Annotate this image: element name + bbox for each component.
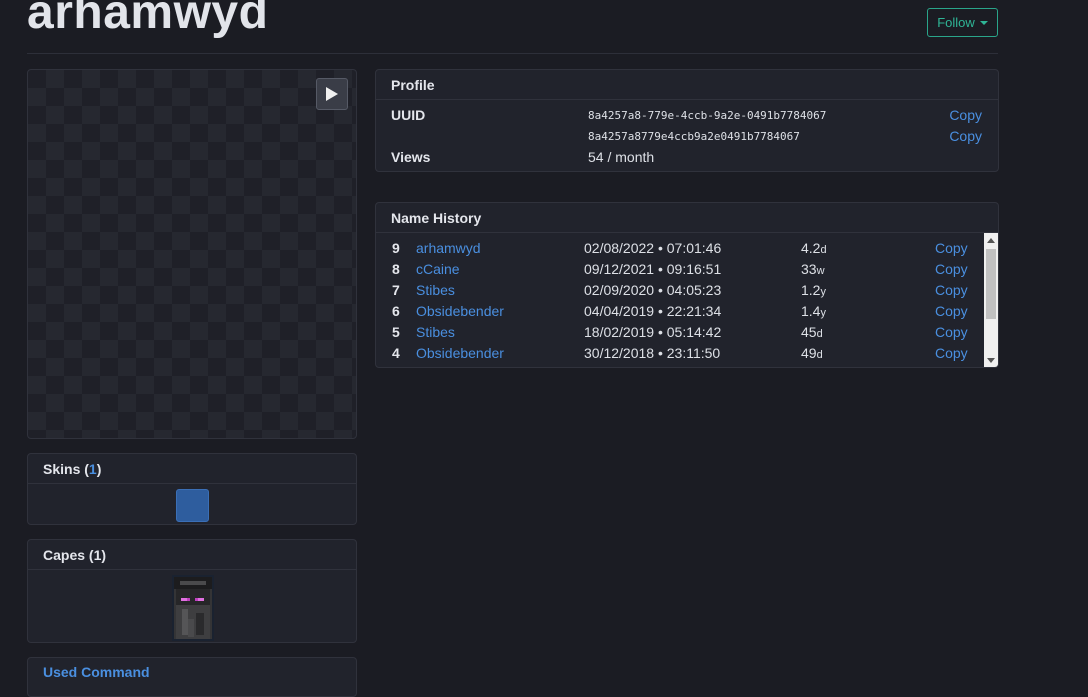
history-age-unit: y <box>820 307 826 319</box>
history-age-value: 33 <box>801 261 817 277</box>
history-name-link[interactable]: Stibes <box>416 324 455 340</box>
views-label: Views <box>391 149 431 165</box>
scroll-down-arrow-icon[interactable] <box>987 358 995 363</box>
caret-down-icon <box>979 20 988 25</box>
history-copy-link[interactable]: Copy <box>935 324 968 340</box>
history-date: 30/12/2018 • 23:11:50 <box>584 345 721 361</box>
history-date: 04/04/2019 • 22:21:34 <box>584 303 722 319</box>
name-history-header: Name History <box>376 203 998 233</box>
profile-header: Profile <box>376 70 998 100</box>
history-age-unit: w <box>816 265 825 277</box>
scroll-thumb[interactable] <box>986 249 996 319</box>
history-number: 8 <box>392 261 400 277</box>
history-copy-link[interactable]: Copy <box>935 240 968 256</box>
uuid-label: UUID <box>391 107 426 123</box>
history-age-unit: d <box>820 244 827 256</box>
name-history-row: 7 Stibes 02/09/2020 • 04:05:23 1.2y Copy <box>376 282 984 303</box>
skin-thumbnail[interactable] <box>176 489 209 522</box>
history-age-value: 1.2 <box>801 282 821 298</box>
history-age: 1.4y <box>801 303 826 319</box>
history-date: 18/02/2019 • 05:14:42 <box>584 324 722 340</box>
history-name-link[interactable]: cCaine <box>416 261 460 277</box>
history-copy-link[interactable]: Copy <box>935 261 968 277</box>
history-age-value: 1.4 <box>801 303 821 319</box>
history-name-link[interactable]: Stibes <box>416 282 455 298</box>
used-command-link[interactable]: Used Command <box>28 658 356 680</box>
history-copy-link[interactable]: Copy <box>935 345 968 361</box>
capes-header: Capes (1) <box>28 540 356 570</box>
capes-card: Capes (1) <box>27 539 357 643</box>
uuid-compact-value: 8a4257a8779e4ccb9a2e0491b7784067 <box>588 130 800 143</box>
history-age: 4.2d <box>801 240 827 256</box>
history-name-link[interactable]: arhamwyd <box>416 240 481 256</box>
name-history-row: 6 Obsidebender 04/04/2019 • 22:21:34 1.4y Co… <box>376 303 984 324</box>
history-date: 02/09/2020 • 04:05:23 <box>584 282 722 298</box>
play-button[interactable] <box>316 78 348 110</box>
history-name-link[interactable]: Obsidebender <box>416 345 504 361</box>
skin-viewer[interactable] <box>27 69 357 439</box>
title-divider <box>27 53 998 54</box>
history-copy-link[interactable]: Copy <box>935 303 968 319</box>
name-history-row: 9 arhamwyd 02/08/2022 • 07:01:46 4.2d Copy <box>376 240 984 261</box>
views-value: 54 / month <box>588 149 655 165</box>
follow-button-label: Follow <box>937 15 975 30</box>
scroll-up-arrow-icon[interactable] <box>987 238 995 243</box>
history-number: 7 <box>392 282 400 298</box>
history-age-unit: d <box>816 349 823 361</box>
history-date: 02/08/2022 • 07:01:46 <box>584 240 722 256</box>
copy-uuid-link[interactable]: Copy <box>949 107 982 123</box>
page-title: arhamwyd <box>27 0 269 39</box>
history-age-value: 4.2 <box>801 240 821 256</box>
cape-thumbnail[interactable] <box>172 575 214 641</box>
name-history-row: 5 Stibes 18/02/2019 • 05:14:42 45d Copy <box>376 324 984 345</box>
skins-count-close: ) <box>96 460 102 477</box>
name-history-scrollbar[interactable] <box>984 233 998 367</box>
history-age-unit: y <box>820 286 826 298</box>
follow-button[interactable]: Follow <box>927 8 998 37</box>
history-age: 45d <box>801 324 823 340</box>
history-age: 1.2y <box>801 282 826 298</box>
history-age-value: 45 <box>801 324 817 340</box>
history-age-unit: d <box>816 328 823 340</box>
copy-uuid-compact-link[interactable]: Copy <box>949 128 982 144</box>
history-name-link[interactable]: Obsidebender <box>416 303 504 319</box>
play-icon <box>326 87 338 101</box>
skins-card: Skins (1) <box>27 453 357 525</box>
history-age-value: 49 <box>801 345 817 361</box>
used-command-card: Used Command <box>27 657 357 697</box>
skins-header: Skins (1) <box>28 454 356 484</box>
history-number: 9 <box>392 240 400 256</box>
name-history-row: 8 cCaine 09/12/2021 • 09:16:51 33w Copy <box>376 261 984 282</box>
history-age: 33w <box>801 261 825 277</box>
skins-count-link[interactable]: 1 <box>89 461 97 477</box>
history-age: 49d <box>801 345 823 361</box>
uuid-value: 8a4257a8-779e-4ccb-9a2e-0491b7784067 <box>588 109 827 122</box>
skins-label: Skins <box>43 460 81 477</box>
name-history-card: Name History 9 arhamwyd 02/08/2022 • 07:01… <box>375 202 999 368</box>
history-number: 6 <box>392 303 400 319</box>
history-number: 4 <box>392 345 400 361</box>
history-date: 09/12/2021 • 09:16:51 <box>584 261 722 277</box>
history-number: 5 <box>392 324 400 340</box>
profile-card: Profile UUID 8a4257a8-779e-4ccb-9a2e-049… <box>375 69 999 172</box>
history-copy-link[interactable]: Copy <box>935 282 968 298</box>
name-history-row: 4 Obsidebender 30/12/2018 • 23:11:50 49d Cop… <box>376 345 984 366</box>
